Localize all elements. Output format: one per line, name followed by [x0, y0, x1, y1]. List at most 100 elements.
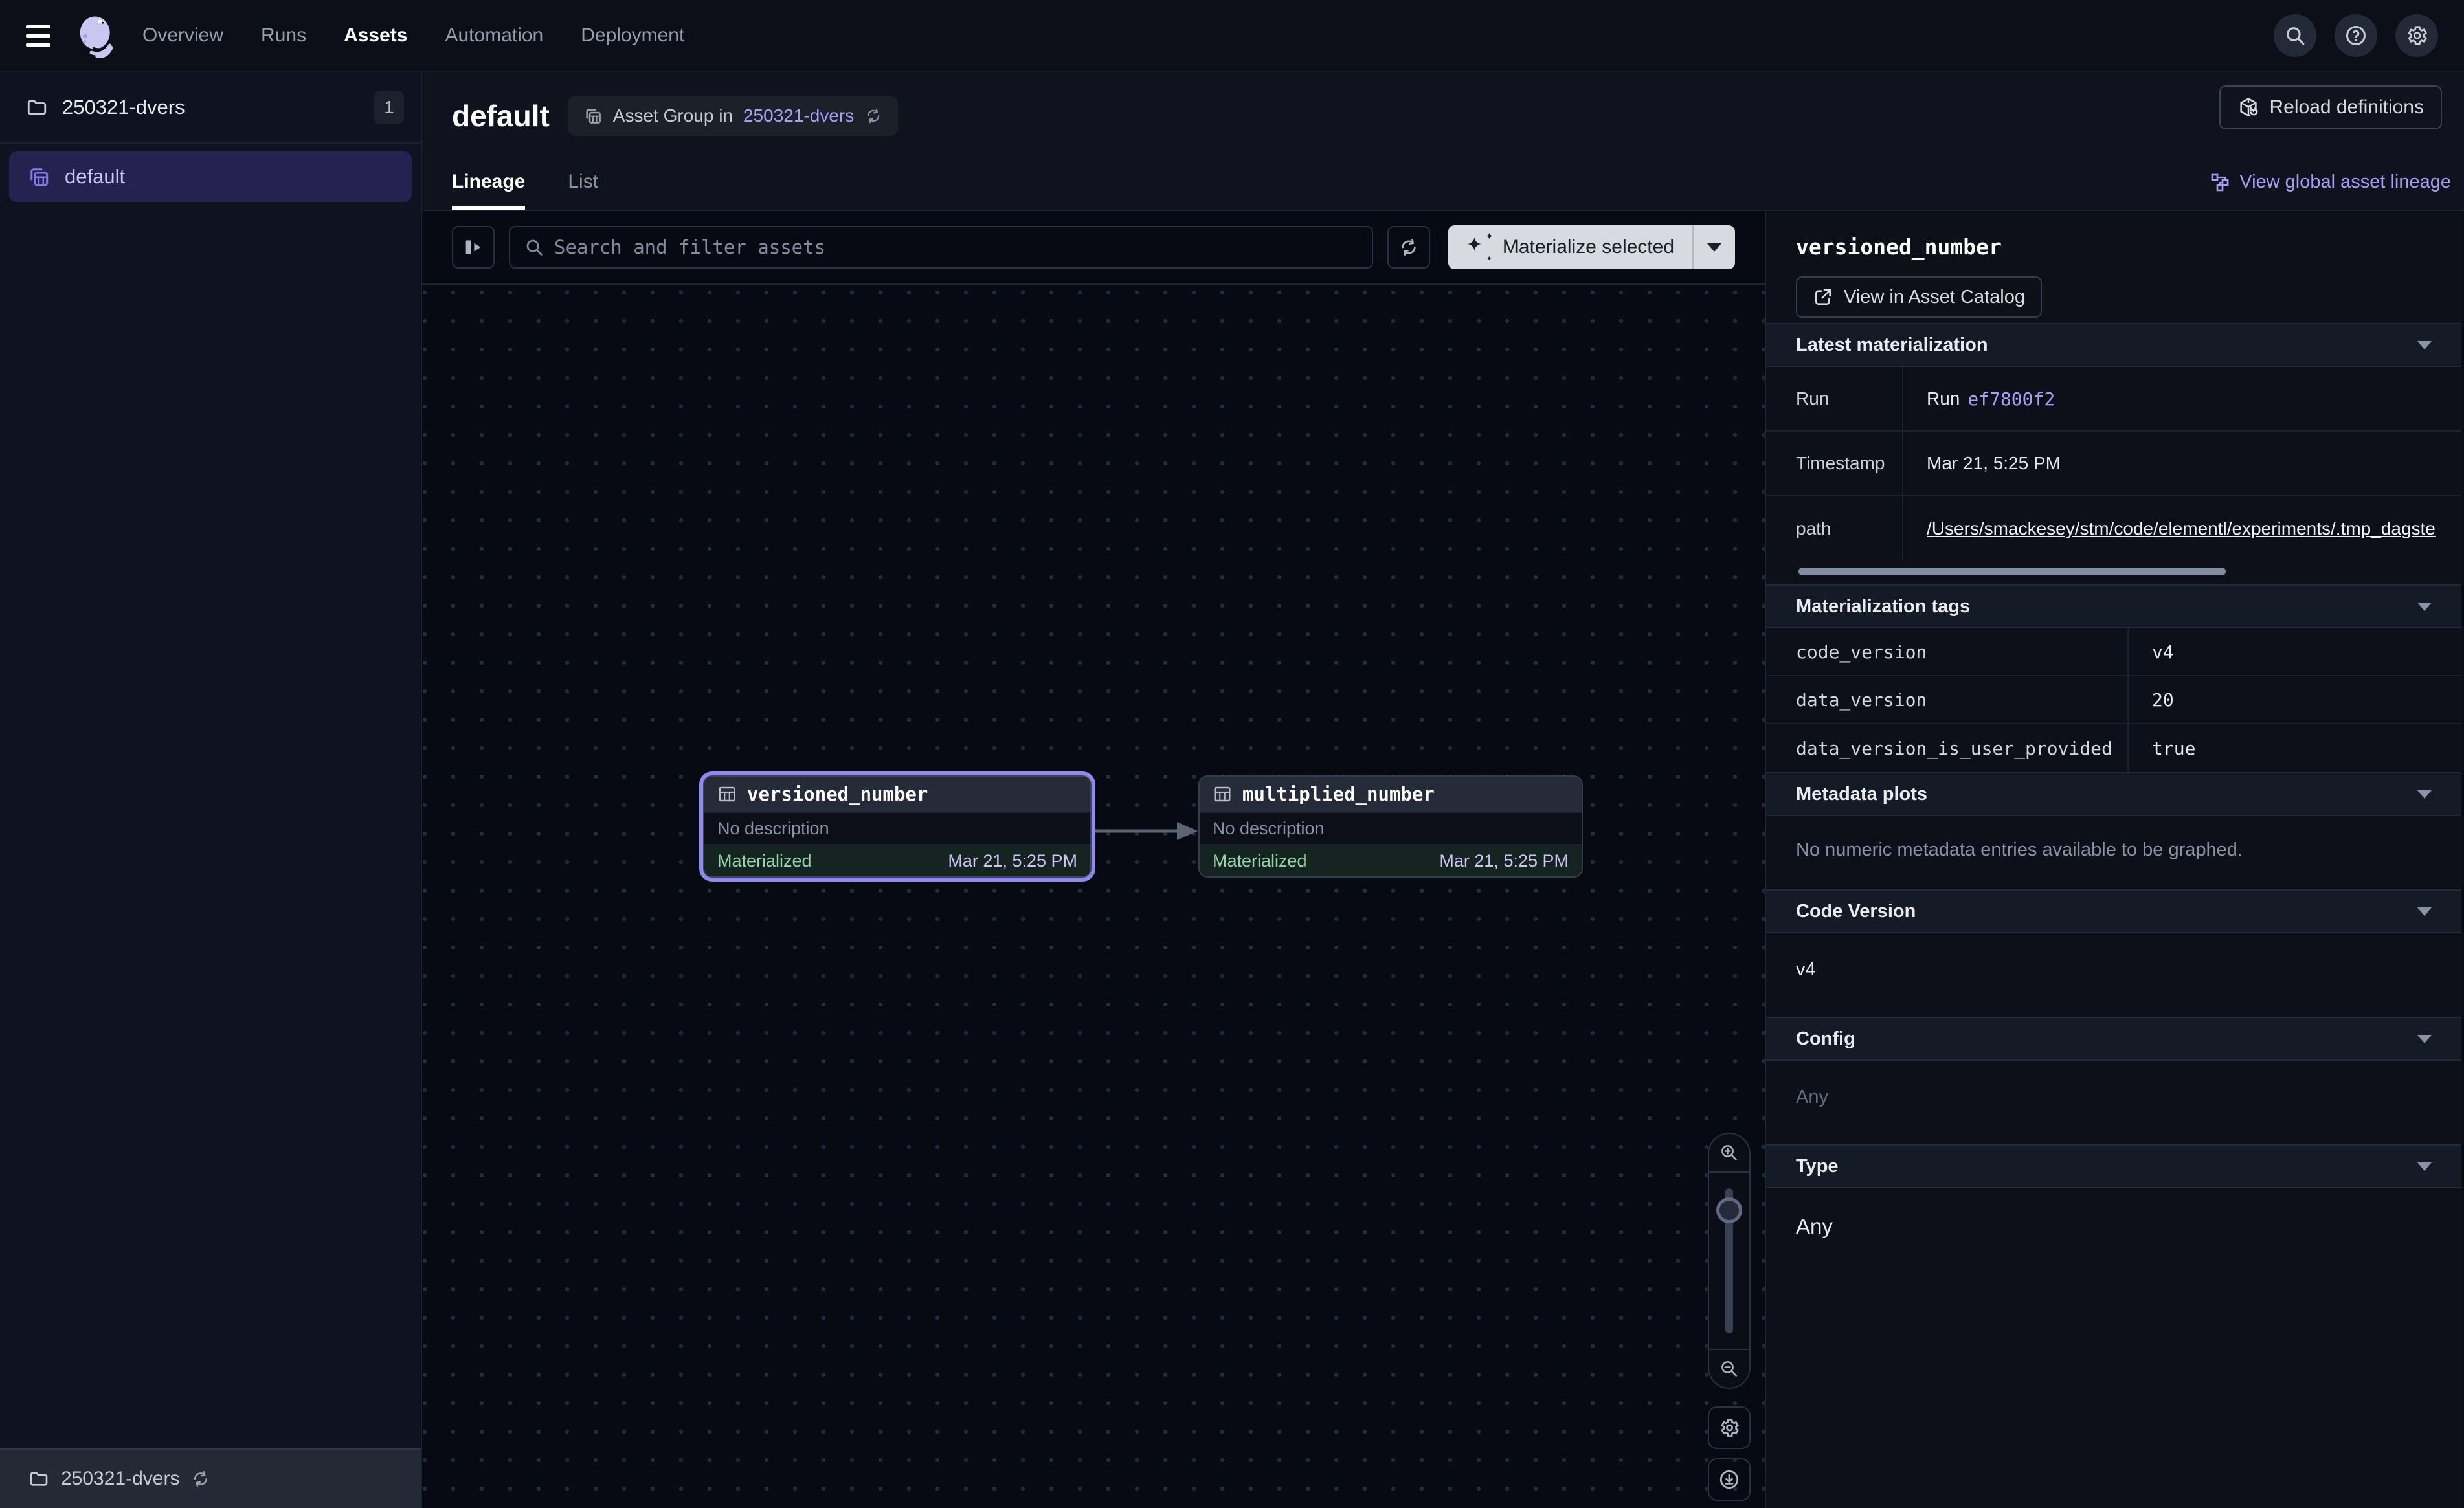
code-location-footer[interactable]: 250321-dvers	[0, 1448, 421, 1508]
tag-key: data_version_is_user_provided	[1766, 724, 2129, 772]
graph-toolbar: ✦✦✦ Materialize selected	[422, 211, 1765, 285]
chevron-down-icon	[2417, 1035, 2432, 1043]
tab-lineage[interactable]: Lineage	[452, 154, 525, 210]
badge-group-link[interactable]: 250321-dvers	[743, 105, 854, 126]
nav-item-deployment[interactable]: Deployment	[581, 25, 684, 47]
lineage-edge	[1089, 813, 1205, 849]
asset-node-description: No description	[1200, 812, 1582, 844]
help-button[interactable]	[2335, 14, 2377, 57]
view-global-asset-lineage-link[interactable]: View global asset lineage	[2210, 172, 2451, 193]
nav-item-assets[interactable]: Assets	[344, 25, 407, 47]
materialized-timestamp: Mar 21, 5:25 PM	[948, 851, 1077, 871]
nav-actions	[2274, 14, 2438, 57]
top-nav: Overview Runs Assets Automation Deployme…	[0, 0, 2464, 72]
materialize-split-button: ✦✦✦ Materialize selected	[1448, 225, 1735, 269]
tag-key: data_version	[1766, 676, 2129, 723]
folder-icon	[28, 1469, 49, 1489]
sidebar-group-name: 250321-dvers	[62, 96, 374, 119]
section-latest-materialization[interactable]: Latest materialization	[1766, 323, 2461, 367]
tag-row: data_version_is_user_provided true	[1766, 724, 2461, 772]
zoom-control	[1708, 1133, 1751, 1389]
tag-row: data_version 20	[1766, 676, 2461, 724]
table-icon	[717, 784, 737, 804]
nav-items: Overview Runs Assets Automation Deployme…	[142, 25, 684, 47]
section-config[interactable]: Config	[1766, 1017, 2461, 1061]
dagster-logo[interactable]	[74, 12, 120, 59]
chevron-down-icon	[2417, 341, 2432, 349]
section-materialization-tags[interactable]: Materialization tags	[1766, 584, 2461, 628]
zoom-in-button[interactable]	[1709, 1134, 1749, 1173]
nav-item-runs[interactable]: Runs	[261, 25, 306, 47]
materialize-dropdown-button[interactable]	[1694, 225, 1735, 269]
zoom-slider	[1709, 1173, 1749, 1349]
nav-item-automation[interactable]: Automation	[445, 25, 543, 47]
materialized-timestamp: Mar 21, 5:25 PM	[1439, 851, 1569, 871]
search-button[interactable]	[2274, 14, 2316, 57]
path-link[interactable]: /Users/smackesey/stm/code/elementl/exper…	[1927, 518, 2436, 539]
tag-key: code_version	[1766, 628, 2129, 675]
section-code-version[interactable]: Code Version	[1766, 889, 2461, 933]
tag-value: true	[2129, 724, 2461, 772]
lineage-graph-icon	[2210, 172, 2230, 193]
section-metadata-plots[interactable]: Metadata plots	[1766, 772, 2461, 816]
asset-group-icon	[27, 165, 50, 188]
view-tabs: Lineage List	[452, 154, 598, 210]
timestamp-value: Mar 21, 5:25 PM	[1903, 432, 2461, 495]
tab-list[interactable]: List	[568, 154, 598, 210]
table-row: Timestamp Mar 21, 5:25 PM	[1766, 432, 2461, 496]
view-in-asset-catalog-button[interactable]: View in Asset Catalog	[1796, 276, 2042, 318]
zoom-slider-knob[interactable]	[1716, 1197, 1742, 1223]
asset-group-badge: Asset Group in 250321-dvers	[568, 96, 898, 136]
collapse-sidebar-button[interactable]	[452, 226, 495, 269]
search-input[interactable]	[554, 236, 1358, 258]
dagster-logo-icon	[74, 13, 120, 58]
refresh-graph-button[interactable]	[1387, 226, 1430, 269]
type-value: Any	[1766, 1188, 2461, 1278]
chevron-down-icon	[2417, 790, 2432, 799]
sync-icon[interactable]	[864, 107, 882, 125]
config-value: Any	[1766, 1061, 2461, 1144]
materialize-button[interactable]: ✦✦✦ Materialize selected	[1448, 225, 1692, 269]
reload-definitions-icon	[2237, 96, 2259, 118]
sidebar-item-default[interactable]: default	[9, 151, 412, 202]
page-header: default Asset Group in 250321-dvers Relo…	[422, 72, 2464, 211]
lineage-canvas[interactable]: versioned_number No description Material…	[422, 285, 1765, 1508]
view-in-asset-catalog-label: View in Asset Catalog	[1844, 287, 2025, 308]
tag-value: v4	[2129, 628, 2461, 675]
asset-groups-sidebar: 250321-dvers 1 default 250321-dvers	[0, 72, 422, 1508]
folder-icon	[26, 96, 48, 118]
chevron-down-icon	[2417, 1162, 2432, 1171]
row-label: Run	[1766, 367, 1903, 430]
gear-icon	[1718, 1417, 1740, 1439]
zoom-out-button[interactable]	[1709, 1349, 1749, 1388]
code-location-name: 250321-dvers	[61, 1468, 179, 1490]
zoom-out-icon	[1719, 1359, 1739, 1379]
download-icon	[1718, 1469, 1740, 1491]
asset-node-multiplied_number[interactable]: multiplied_number No description Materia…	[1198, 775, 1583, 878]
row-label: Timestamp	[1766, 432, 1903, 495]
reload-location-icon[interactable]	[191, 1469, 210, 1489]
run-id-link[interactable]: ef7800f2	[1967, 388, 2055, 410]
reload-definitions-button[interactable]: Reload definitions	[2219, 85, 2443, 129]
materialize-label: Materialize selected	[1503, 236, 1674, 258]
materialized-status: Materialized	[1213, 851, 1307, 871]
sidebar-group-row[interactable]: 250321-dvers 1	[0, 72, 421, 144]
page-title: default	[452, 98, 550, 133]
asset-details-panel: versioned_number View in Asset Catalog L…	[1765, 211, 2461, 1508]
asset-node-description: No description	[704, 812, 1090, 844]
graph-settings-button[interactable]	[1708, 1406, 1751, 1449]
run-prefix: Run	[1927, 388, 1960, 409]
tag-row: code_version v4	[1766, 628, 2461, 676]
nav-item-overview[interactable]: Overview	[142, 25, 223, 47]
panel-toggle-icon	[462, 236, 484, 258]
reload-definitions-label: Reload definitions	[2270, 96, 2425, 118]
asset-node-versioned_number[interactable]: versioned_number No description Material…	[703, 775, 1092, 878]
gear-icon	[2405, 24, 2428, 47]
settings-button[interactable]	[2395, 14, 2438, 57]
download-graph-button[interactable]	[1708, 1458, 1751, 1501]
asset-node-name: versioned_number	[747, 783, 928, 805]
horizontal-scrollbar[interactable]	[1798, 568, 2226, 575]
section-type[interactable]: Type	[1766, 1144, 2461, 1188]
menu-icon[interactable]	[26, 17, 62, 54]
asset-group-icon	[583, 106, 603, 126]
